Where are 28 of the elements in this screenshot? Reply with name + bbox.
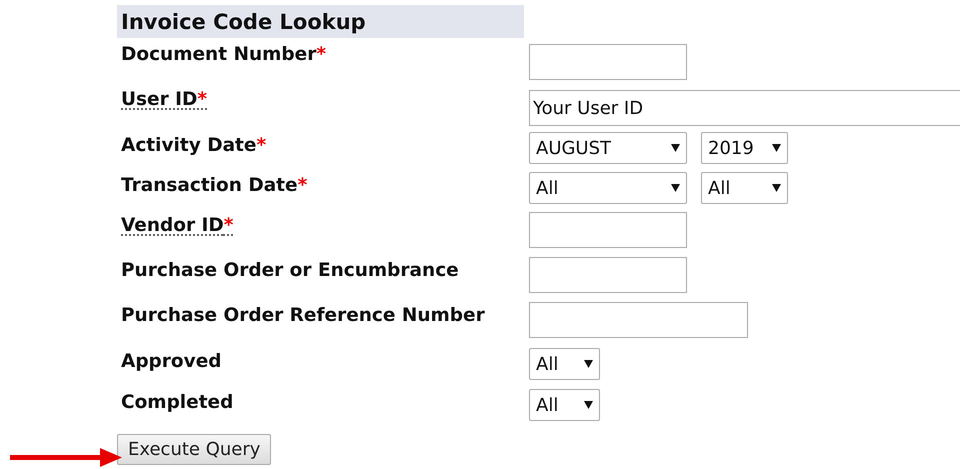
dropdown[interactable]: AUGUST bbox=[529, 132, 687, 164]
field-label: Transaction Date* bbox=[121, 175, 308, 196]
dropdown[interactable]: All bbox=[529, 348, 600, 380]
field-label: Approved bbox=[121, 351, 222, 372]
dropdown[interactable]: All bbox=[529, 172, 687, 204]
field-label: Vendor ID* bbox=[121, 215, 234, 236]
field-label: User ID* bbox=[121, 89, 208, 110]
field-label: Purchase Order Reference Number bbox=[121, 305, 485, 326]
dropdown[interactable]: 2019 bbox=[701, 132, 788, 164]
text-field[interactable] bbox=[529, 44, 687, 80]
caret-icon bbox=[671, 144, 680, 152]
text-field[interactable] bbox=[529, 257, 687, 293]
field-label: Completed bbox=[121, 392, 234, 413]
text-field[interactable] bbox=[529, 212, 687, 248]
caret-icon bbox=[584, 401, 593, 409]
text-field[interactable]: Your User ID bbox=[529, 90, 960, 126]
dropdown[interactable]: All bbox=[529, 389, 600, 421]
caret-icon bbox=[772, 144, 781, 152]
section-title: Invoice Code Lookup bbox=[121, 10, 366, 34]
caret-icon bbox=[671, 184, 680, 192]
text-field[interactable] bbox=[529, 302, 748, 338]
field-label: Purchase Order or Encumbrance bbox=[121, 260, 459, 281]
caret-icon bbox=[584, 360, 593, 368]
field-label: Document Number* bbox=[121, 44, 326, 65]
field-label: Activity Date* bbox=[121, 135, 266, 156]
dropdown[interactable]: All bbox=[701, 172, 788, 204]
caret-icon bbox=[772, 184, 781, 192]
execute-query-button[interactable]: Execute Query bbox=[117, 434, 272, 465]
